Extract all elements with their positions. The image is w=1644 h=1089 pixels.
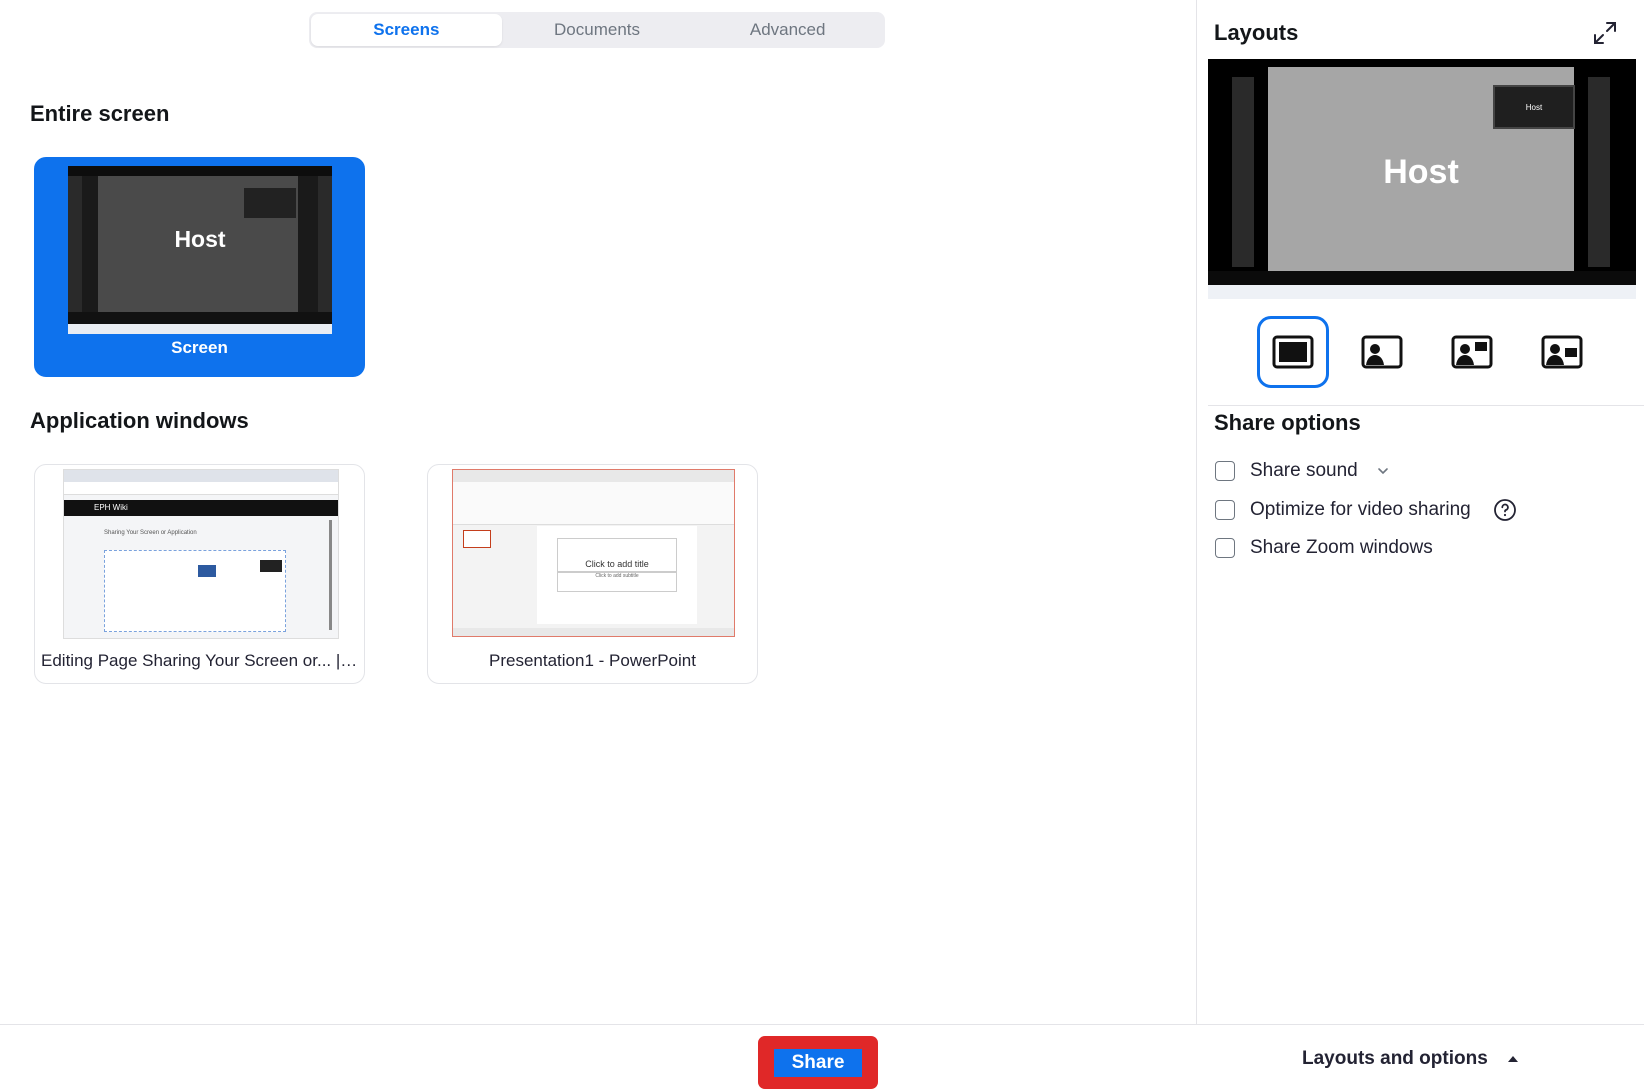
- share-zoom-windows-label: Share Zoom windows: [1250, 537, 1433, 558]
- app-window-card-wiki[interactable]: EPH Wiki Sharing Your Screen or Applicat…: [34, 464, 365, 684]
- powerpoint-thumbnail: Click to add title Click to add subtitle: [452, 469, 735, 637]
- share-sound-checkbox[interactable]: [1215, 461, 1235, 481]
- video-right-layout-icon: [1541, 335, 1583, 369]
- video-top-right-layout-icon: [1451, 335, 1493, 369]
- chevron-down-icon[interactable]: [1376, 464, 1390, 478]
- bottom-divider: [0, 1024, 1644, 1025]
- optimize-video-label: Optimize for video sharing: [1250, 499, 1471, 520]
- entire-screen-heading: Entire screen: [30, 101, 170, 126]
- application-windows-heading: Application windows: [30, 408, 249, 433]
- help-icon[interactable]: [1493, 498, 1517, 522]
- wiki-thumbnail-heading: Sharing Your Screen or Application: [104, 530, 197, 536]
- wiki-thumbnail: EPH Wiki Sharing Your Screen or Applicat…: [63, 469, 339, 639]
- layouts-options-label: Layouts and options: [1302, 1048, 1488, 1069]
- screen-card[interactable]: Host Screen: [34, 157, 365, 377]
- optimize-video-option[interactable]: Optimize for video sharing: [1215, 498, 1517, 522]
- share-options-heading: Share options: [1214, 410, 1361, 435]
- layout-video-right-button[interactable]: [1526, 316, 1598, 388]
- panel-divider: [1196, 0, 1197, 1024]
- layout-video-top-right-button[interactable]: [1436, 316, 1508, 388]
- app-window-label-wiki: Editing Page Sharing Your Screen or... |…: [41, 651, 360, 670]
- options-divider: [1208, 405, 1644, 406]
- app-window-card-powerpoint[interactable]: Click to add title Click to add subtitle…: [427, 464, 758, 684]
- caret-up-icon: [1507, 1056, 1518, 1062]
- layout-full-screen-button[interactable]: [1257, 316, 1329, 388]
- tab-screens[interactable]: Screens: [311, 14, 502, 46]
- layouts-heading: Layouts: [1214, 20, 1299, 45]
- layout-preview: Host Host: [1208, 59, 1636, 299]
- layout-side-video-button[interactable]: [1346, 316, 1418, 388]
- wiki-thumbnail-title: EPH Wiki: [64, 500, 338, 516]
- tab-documents[interactable]: Documents: [502, 14, 693, 46]
- screen-thumbnail: Host: [68, 166, 332, 334]
- app-window-label-powerpoint: Presentation1 - PowerPoint: [489, 651, 696, 670]
- full-screen-layout-icon: [1272, 335, 1314, 369]
- layouts-options-toggle[interactable]: Layouts and options: [1302, 1048, 1520, 1070]
- optimize-video-checkbox[interactable]: [1215, 500, 1235, 520]
- tab-advanced[interactable]: Advanced: [692, 14, 883, 46]
- share-source-tabs: Screens Documents Advanced: [309, 12, 885, 48]
- expand-icon[interactable]: [1592, 20, 1618, 46]
- powerpoint-thumbnail-subtitle: Click to add subtitle: [557, 572, 677, 592]
- screen-thumbnail-host: Host: [174, 226, 226, 252]
- powerpoint-thumbnail-title: Click to add title: [557, 538, 677, 572]
- side-video-layout-icon: [1361, 335, 1403, 369]
- share-button-label: Share: [773, 1048, 863, 1077]
- share-sound-label: Share sound: [1250, 460, 1358, 481]
- screen-card-label: Screen: [171, 338, 228, 357]
- preview-host: Host: [1383, 153, 1459, 191]
- share-sound-option[interactable]: Share sound: [1215, 460, 1390, 482]
- preview-pip: Host: [1493, 85, 1575, 129]
- share-zoom-windows-checkbox[interactable]: [1215, 538, 1235, 558]
- share-zoom-windows-option[interactable]: Share Zoom windows: [1215, 537, 1433, 559]
- share-button[interactable]: Share: [758, 1036, 878, 1089]
